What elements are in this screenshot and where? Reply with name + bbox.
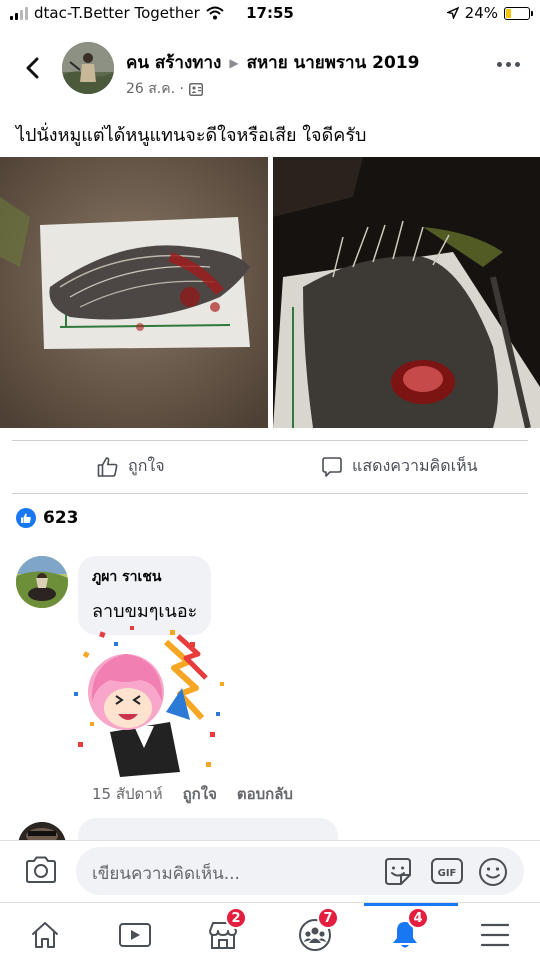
comment-reply-button[interactable]: ตอบกลับ bbox=[237, 782, 293, 806]
tab-home[interactable] bbox=[21, 915, 69, 955]
smiley-icon bbox=[479, 858, 507, 886]
next-comment-partial bbox=[0, 818, 540, 840]
back-button[interactable] bbox=[16, 52, 48, 84]
porcupine-photo[interactable] bbox=[0, 157, 268, 428]
divider bbox=[12, 493, 528, 494]
tab-menu[interactable] bbox=[471, 915, 519, 955]
commenter-name[interactable]: ภูผา ราเชน bbox=[92, 566, 197, 588]
groups-badge: 7 bbox=[317, 907, 339, 929]
battery-info: 24% bbox=[446, 4, 533, 22]
post-photos bbox=[0, 157, 540, 428]
group-name[interactable]: สหาย นายพราน 2019 bbox=[247, 49, 420, 76]
arrow-right-icon: ▶ bbox=[229, 55, 239, 70]
camera-icon bbox=[26, 856, 56, 883]
sticker-button[interactable] bbox=[382, 856, 414, 892]
comment-label: แสดงความคิดเห็น bbox=[352, 456, 478, 475]
commenter-avatar[interactable] bbox=[16, 556, 68, 608]
video-icon bbox=[119, 923, 151, 947]
comment-composer: เขียนความคิดเห็น... GIF bbox=[0, 840, 540, 902]
porcupine-closeup-photo[interactable] bbox=[273, 157, 540, 428]
reaction-count: 623 bbox=[43, 508, 79, 528]
comment-bubble[interactable] bbox=[78, 818, 338, 840]
reaction-summary[interactable]: 623 bbox=[16, 508, 79, 528]
divider bbox=[12, 440, 528, 441]
author-avatar[interactable] bbox=[62, 42, 114, 94]
sticker-icon bbox=[385, 858, 411, 885]
post-date[interactable]: 26 ส.ค. · bbox=[126, 78, 184, 100]
status-bar: dtac-T.Better Together 17:55 24% bbox=[0, 0, 540, 30]
svg-text:GIF: GIF bbox=[438, 868, 457, 879]
active-tab-indicator bbox=[364, 903, 458, 906]
notifications-badge: 4 bbox=[407, 907, 429, 929]
thumbs-up-icon bbox=[97, 456, 118, 477]
more-options-button[interactable] bbox=[497, 62, 520, 67]
tab-groups[interactable]: 7 bbox=[291, 907, 339, 955]
chevron-left-icon bbox=[26, 57, 39, 79]
celebration-girl-sticker[interactable] bbox=[70, 622, 230, 782]
comment-icon bbox=[322, 456, 342, 477]
comment-button[interactable]: แสดงความคิดเห็น bbox=[320, 454, 478, 479]
marketplace-badge: 2 bbox=[225, 907, 247, 929]
post-header: คน สร้างทาง ▶ สหาย นายพราน 2019 26 ส.ค. … bbox=[0, 36, 540, 106]
post-meta: 26 ส.ค. · bbox=[126, 78, 203, 100]
author-line: คน สร้างทาง ▶ สหาย นายพราน 2019 bbox=[126, 49, 419, 76]
bottom-tab-bar: 2 7 4 bbox=[0, 902, 540, 960]
tab-video[interactable] bbox=[111, 915, 159, 955]
comment-text: ลาบขมๆเนอะ bbox=[92, 601, 198, 622]
camera-button[interactable] bbox=[24, 855, 58, 889]
like-label: ถูกใจ bbox=[128, 456, 165, 475]
home-icon bbox=[32, 922, 58, 948]
location-arrow-icon bbox=[446, 7, 459, 19]
comment-meta: 15 สัปดาห์ ถูกใจ ตอบกลับ bbox=[92, 782, 293, 806]
battery-icon bbox=[504, 6, 533, 20]
post-text: ไปนั่งหมูแต่ได้หนูแทนจะดีใจหรือเสีย ใจดี… bbox=[16, 125, 367, 146]
tab-notifications[interactable]: 4 bbox=[381, 907, 429, 955]
gif-icon: GIF bbox=[431, 858, 463, 884]
comment-like-button[interactable]: ถูกใจ bbox=[183, 782, 217, 806]
emoji-button[interactable] bbox=[477, 856, 509, 892]
post-actions: ถูกใจ แสดงความคิดเห็น bbox=[0, 444, 540, 492]
comment-time[interactable]: 15 สัปดาห์ bbox=[92, 782, 163, 806]
tab-marketplace[interactable]: 2 bbox=[199, 907, 247, 955]
like-button[interactable]: ถูกใจ bbox=[96, 454, 165, 479]
gif-button[interactable]: GIF bbox=[430, 856, 464, 890]
menu-icon bbox=[480, 923, 510, 947]
like-reaction-icon bbox=[16, 508, 36, 528]
group-icon bbox=[188, 82, 203, 96]
author-name[interactable]: คน สร้างทาง bbox=[126, 49, 221, 76]
battery-percent: 24% bbox=[464, 4, 498, 22]
commenter-avatar[interactable] bbox=[18, 822, 66, 840]
